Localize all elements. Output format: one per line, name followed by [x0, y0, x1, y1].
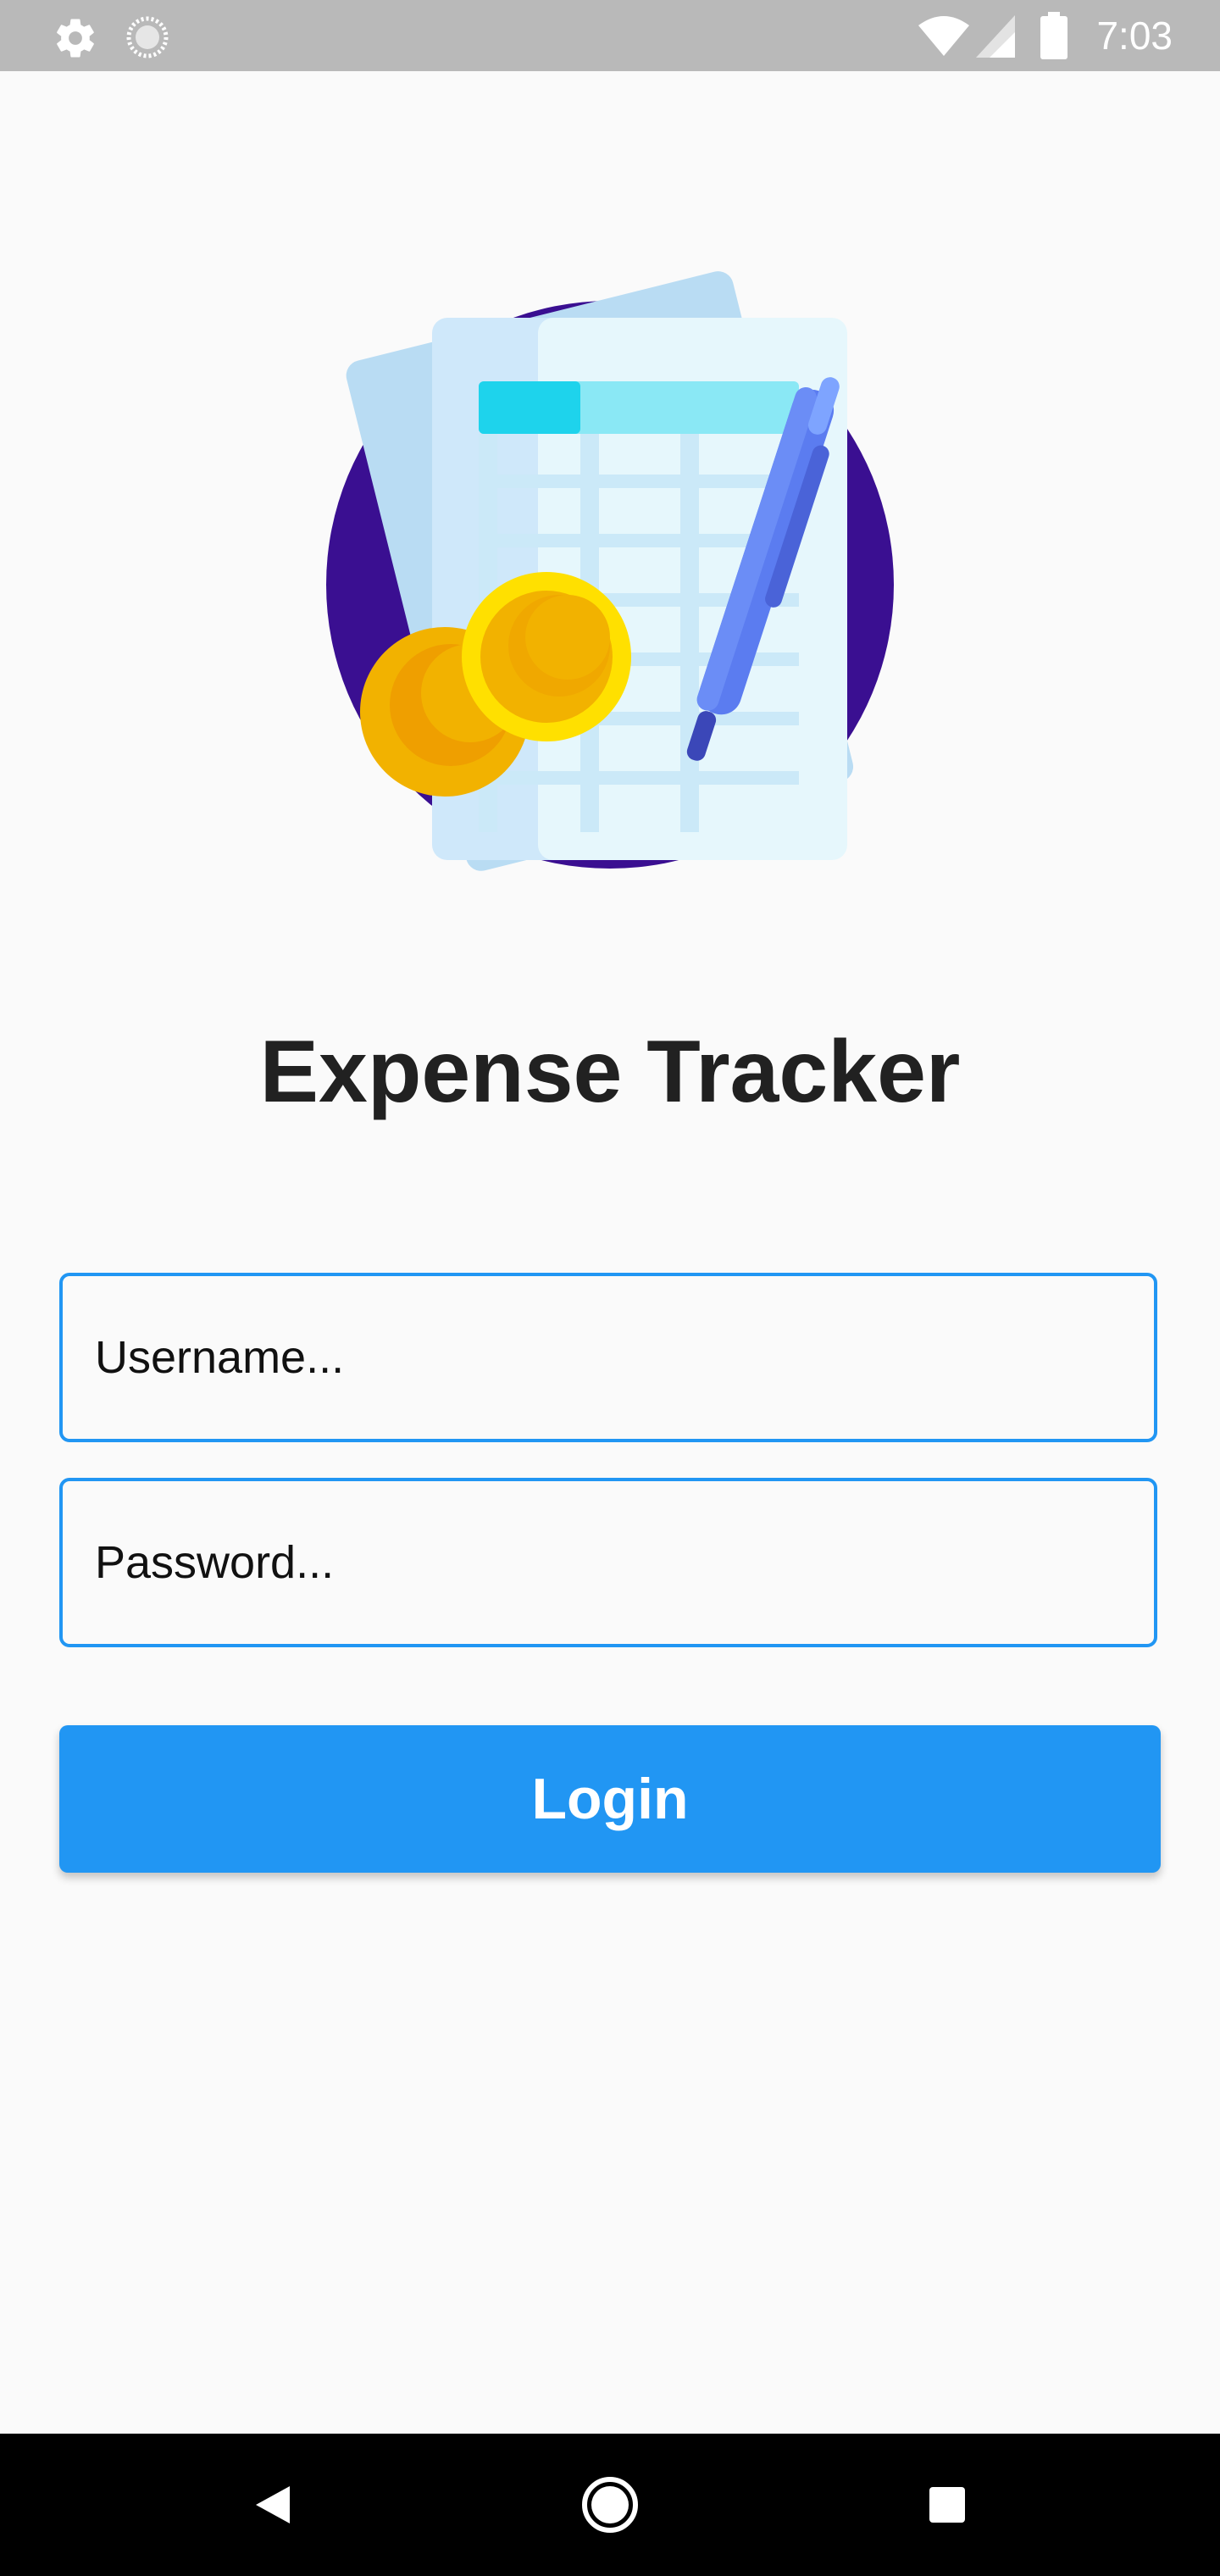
username-input[interactable] — [59, 1273, 1157, 1442]
status-bar: 7:03 — [0, 0, 1220, 71]
app-title: Expense Tracker — [259, 1023, 961, 1121]
login-button[interactable]: Login — [59, 1725, 1161, 1873]
login-screen: 7:03 Expense Tracker Username... Login — [0, 0, 1220, 2576]
home-icon[interactable] — [576, 2471, 644, 2539]
back-icon[interactable] — [239, 2471, 307, 2539]
navigation-bar — [0, 2434, 1220, 2576]
status-time: 7:03 — [1096, 14, 1173, 58]
settings-icon — [53, 15, 98, 65]
expense-illustration — [322, 271, 898, 881]
battery-icon — [1040, 12, 1068, 64]
recents-icon[interactable] — [913, 2471, 981, 2539]
signal-icon — [976, 15, 1015, 62]
password-input[interactable] — [59, 1478, 1157, 1647]
loading-icon — [124, 14, 171, 65]
wifi-icon — [918, 15, 969, 62]
